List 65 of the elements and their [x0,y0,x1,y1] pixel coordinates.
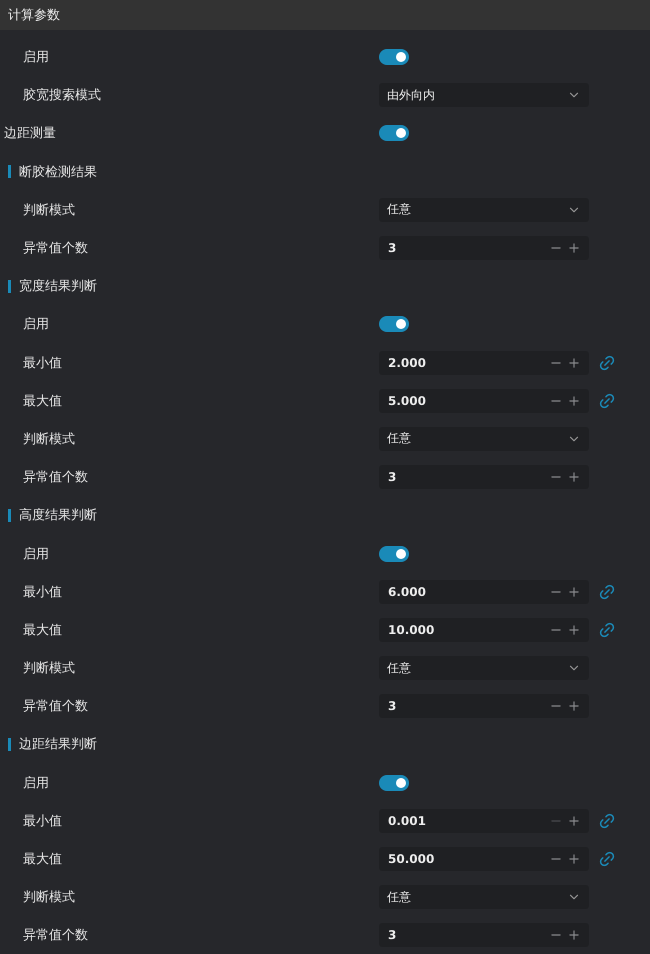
field-label: 最大值 [23,622,62,639]
number-field[interactable]: 0.001 [379,808,589,833]
field-label: 异常值个数 [23,927,88,944]
field-label: 最大值 [23,392,62,410]
field-label: 最大值 [23,851,62,868]
select-dropdown[interactable]: 任意 [379,198,589,222]
field-label: 最小值 [23,354,62,372]
plus-icon[interactable] [567,622,581,637]
section-title: 断胶检测结果 [19,164,97,181]
field-label: 最小值 [23,812,62,830]
number-field[interactable]: 3 [379,923,589,948]
field-label: 判断模式 [23,889,75,906]
number-input[interactable]: 3 [388,241,547,256]
number-field[interactable]: 2.000 [379,350,589,375]
number-input[interactable]: 10.000 [388,622,547,637]
field-label: 边距测量 [4,125,56,142]
number-field[interactable]: 3 [379,236,589,260]
number-field[interactable]: 10.000 [379,618,589,642]
toggle-switch[interactable] [379,316,409,332]
field-label: 异常值个数 [23,469,88,486]
plus-icon[interactable] [567,852,581,866]
number-input[interactable]: 50.000 [388,852,547,866]
plus-icon[interactable] [567,394,581,408]
section-title: 宽度结果判断 [19,278,97,296]
number-input[interactable]: 3 [388,928,547,942]
number-input[interactable]: 6.000 [388,584,547,599]
select-dropdown[interactable]: 任意 [379,885,589,910]
field-label: 判断模式 [23,430,75,448]
number-field[interactable]: 3 [379,465,589,490]
plus-icon[interactable] [567,356,581,370]
plus-icon[interactable] [567,928,581,942]
number-input[interactable]: 5.000 [388,394,547,408]
toggle-switch[interactable] [379,774,409,791]
field-label: 最小值 [23,584,62,601]
number-field[interactable]: 5.000 [379,388,589,413]
section-title: 高度结果判断 [19,507,97,524]
number-field[interactable]: 3 [379,694,589,718]
select-dropdown[interactable]: 由外向内 [379,83,589,108]
field-label: 胶宽搜索模式 [23,87,101,104]
select-dropdown[interactable]: 任意 [379,656,589,680]
toggle-switch[interactable] [379,49,409,66]
plus-icon[interactable] [567,241,581,256]
plus-icon[interactable] [567,814,581,828]
toggle-switch[interactable] [379,125,409,142]
panel-header: 计算参数 [0,0,650,30]
field-label: 启用 [23,316,49,334]
number-input[interactable]: 3 [388,699,547,714]
number-field[interactable]: 50.000 [379,847,589,872]
field-label: 启用 [23,774,49,792]
plus-icon[interactable] [567,699,581,714]
toggle-switch[interactable] [379,546,409,562]
field-label: 异常值个数 [23,698,88,716]
field-label: 判断模式 [23,202,75,219]
field-label: 启用 [23,49,49,66]
plus-icon[interactable] [567,470,581,484]
field-label: 启用 [23,546,49,563]
plus-icon[interactable] [567,584,581,599]
field-label: 异常值个数 [23,240,88,258]
number-field[interactable]: 6.000 [379,580,589,604]
select-dropdown[interactable]: 任意 [379,426,589,451]
number-input[interactable]: 2.000 [388,356,547,370]
section-title: 边距结果判断 [19,736,97,754]
number-input[interactable]: 0.001 [388,814,547,828]
field-label: 判断模式 [23,660,75,678]
number-input[interactable]: 3 [388,470,547,484]
